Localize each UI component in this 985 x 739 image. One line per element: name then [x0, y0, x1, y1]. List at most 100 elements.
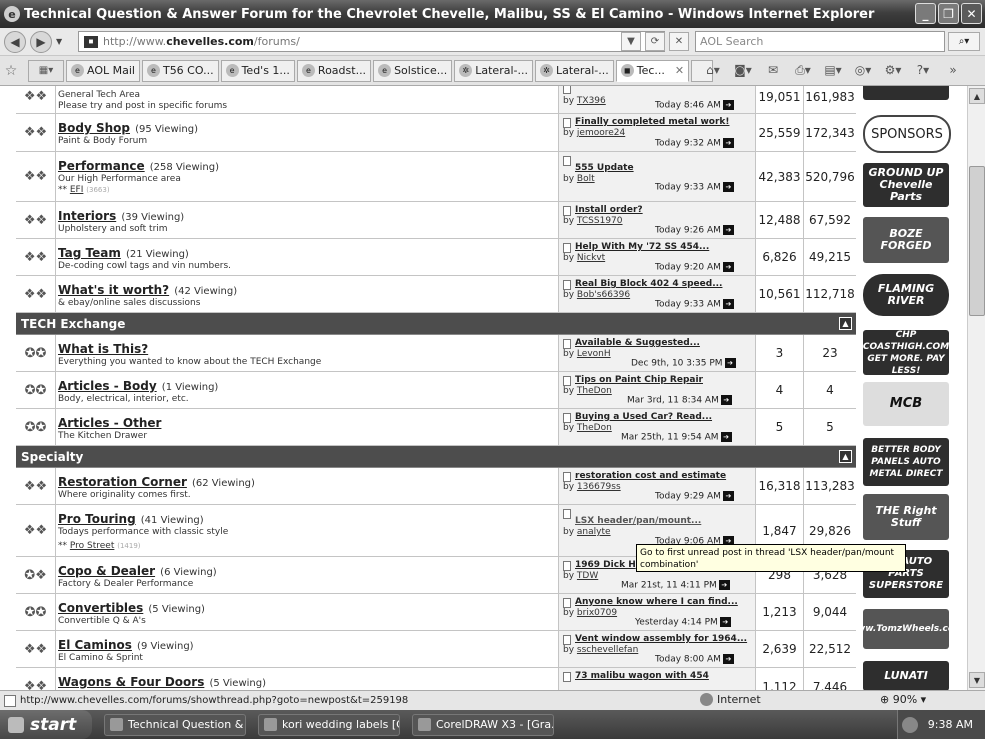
scroll-down-icon[interactable]: ▼ [969, 672, 985, 688]
vertical-scrollbar[interactable]: ▲ ▼ [967, 86, 985, 690]
overflow-chevron-icon[interactable]: » [940, 59, 966, 81]
go-to-post-icon[interactable]: ➔ [722, 224, 734, 235]
close-button[interactable]: ✕ [961, 3, 982, 24]
go-to-post-icon[interactable]: ➔ [720, 394, 732, 405]
search-input[interactable]: AOL Search [695, 31, 945, 52]
minimize-button[interactable]: _ [915, 3, 936, 24]
start-button[interactable]: start [0, 710, 92, 739]
last-poster-link[interactable]: TDW [577, 571, 598, 581]
safety-icon[interactable]: ◎▾ [850, 59, 876, 81]
last-poster-link[interactable]: 136679ss [577, 482, 621, 492]
forum-title-link[interactable]: Pro Touring [58, 512, 136, 526]
last-poster-link[interactable]: TheDon [577, 423, 612, 433]
subforum-link[interactable]: EFI [70, 185, 84, 195]
go-to-post-icon[interactable]: ➔ [719, 616, 731, 627]
last-post-title-link[interactable]: Buying a Used Car? Read... [575, 412, 755, 422]
go-to-post-icon[interactable]: ➔ [722, 298, 734, 309]
last-poster-link[interactable]: sschevellefan [577, 645, 638, 655]
forward-button[interactable]: ▶ [30, 30, 52, 53]
forum-title-link[interactable]: Copo & Dealer [58, 564, 155, 578]
scroll-thumb[interactable] [969, 166, 985, 316]
forum-title-link[interactable]: Tag Team [58, 246, 121, 260]
forum-title-link[interactable]: Performance [58, 159, 145, 173]
maximize-button[interactable]: ❐ [938, 3, 959, 24]
address-dropdown-icon[interactable]: ▼ [621, 32, 641, 51]
zoom-control[interactable]: ⊕ 90% ▾ [880, 693, 926, 706]
forum-title-link[interactable]: Articles - Other [58, 416, 161, 430]
collapse-icon[interactable]: ▲ [839, 450, 852, 463]
last-post-title-link[interactable]: 555 Update [575, 163, 755, 173]
last-poster-link[interactable]: LevonH [577, 349, 611, 359]
security-zone[interactable]: Internet [700, 693, 761, 706]
forum-title-link[interactable]: Convertibles [58, 601, 143, 615]
back-button[interactable]: ◀ [4, 30, 26, 53]
sponsor-banner-mcb[interactable]: MCB [863, 382, 949, 426]
last-post-title-link[interactable]: Install order? [575, 205, 755, 215]
sponsor-banner-flaming-river[interactable]: FLAMING RIVER [863, 274, 949, 316]
last-post-title-link[interactable]: Finally completed metal work! [575, 117, 755, 127]
page-icon[interactable]: ▤▾ [820, 59, 846, 81]
sponsor-banner-lunati[interactable]: LUNATI [863, 661, 949, 690]
go-to-post-icon[interactable]: ➔ [722, 181, 734, 192]
forum-title-link[interactable]: Interiors [58, 209, 116, 223]
tray-icon[interactable] [901, 716, 918, 733]
last-poster-link[interactable]: Bolt [577, 174, 595, 184]
search-icon[interactable]: ⌕▾ [948, 32, 980, 51]
favorites-star-icon[interactable]: ☆ [0, 63, 22, 79]
sponsor-banner-amd[interactable]: BETTER BODY PANELS AUTO METAL DIRECT [863, 438, 949, 486]
last-poster-link[interactable]: TheDon [577, 386, 612, 396]
tab-lateral-1[interactable]: ✲ Lateral-... [454, 59, 533, 82]
tab-teds[interactable]: e Ted's 1... [220, 59, 295, 82]
forum-title-link[interactable]: Wagons & Four Doors [58, 675, 204, 689]
last-poster-link[interactable]: Bob's66396 [577, 290, 630, 300]
subforum-link[interactable]: Pro Street [70, 541, 115, 551]
tab-aol-mail[interactable]: e AOL Mail [66, 59, 140, 82]
print-icon[interactable]: ⎙▾ [790, 59, 816, 81]
address-input[interactable]: ◼ http://www. chevelles.com/forums/ [78, 31, 665, 52]
last-poster-link[interactable]: jemoore24 [577, 128, 625, 138]
tab-roadst[interactable]: e Roadst... [296, 59, 372, 82]
sponsor-banner-right-stuff[interactable]: THE Right Stuff [863, 494, 949, 540]
last-post-title-link[interactable]: 73 malibu wagon with 454 [575, 671, 755, 681]
mail-icon[interactable]: ✉ [760, 59, 786, 81]
taskbar-item-ie[interactable]: Technical Question & ... [104, 713, 246, 736]
taskbar-item-coreldraw[interactable]: CorelDRAW X3 - [Gra... [412, 713, 554, 736]
go-to-post-icon[interactable]: ➔ [722, 99, 734, 110]
quick-tabs-icon[interactable]: ▦▾ [28, 59, 64, 82]
sponsor-banner-tomz-wheels[interactable]: www.TomzWheels.com [863, 609, 949, 649]
forum-title-link[interactable]: Body Shop [58, 121, 130, 135]
go-to-post-icon[interactable]: ➔ [724, 357, 736, 368]
feeds-icon[interactable]: ◙▾ [730, 59, 756, 81]
tab-t56[interactable]: e T56 CO... [141, 59, 219, 82]
taskbar-item-labels[interactable]: kori wedding labels [C... [258, 713, 400, 736]
tab-active[interactable]: ◼ Tec... ✕ [615, 59, 690, 82]
last-post-title-link[interactable]: Available & Suggested... [575, 338, 755, 348]
last-post-title-link[interactable]: LSX header/pan/mount... [575, 516, 755, 526]
collapse-icon[interactable]: ▲ [839, 317, 852, 330]
go-to-post-icon[interactable]: ➔ [722, 137, 734, 148]
go-to-post-icon[interactable]: ➔ [720, 431, 732, 442]
last-poster-link[interactable]: TCSS1970 [577, 216, 623, 226]
forum-title-link[interactable]: El Caminos [58, 638, 132, 652]
forum-title-link[interactable]: Articles - Body [58, 379, 157, 393]
sponsor-banner-chp[interactable]: CHP COASTHIGH.COM GET MORE. PAY LESS! [863, 330, 949, 375]
tools-icon[interactable]: ⚙▾ [880, 59, 906, 81]
stop-icon[interactable]: ✕ [669, 32, 689, 51]
refresh-icon[interactable]: ⟳ [645, 32, 665, 51]
last-poster-link[interactable]: TX396 [577, 96, 606, 106]
last-post-title-link[interactable]: Tips on Paint Chip Repair [575, 375, 755, 385]
last-post-title-link[interactable]: Anyone know where I can find... [575, 597, 755, 607]
forum-title-link[interactable]: What's it worth? [58, 283, 169, 297]
go-to-post-icon[interactable]: ➔ [718, 579, 730, 590]
tab-solstice[interactable]: e Solstice... [373, 59, 453, 82]
sponsor-banner-ground-up[interactable]: GROUND UP Chevelle Parts [863, 163, 949, 207]
go-to-post-icon[interactable]: ➔ [722, 653, 734, 664]
sponsor-banner-boze[interactable]: BOZE FORGED [863, 217, 949, 263]
last-post-title-link[interactable]: Real Big Block 402 4 speed... [575, 279, 755, 289]
last-post-title-link[interactable]: restoration cost and estimate [575, 471, 755, 481]
last-poster-link[interactable]: analyte [577, 527, 611, 537]
forum-title-link[interactable]: What is This? [58, 342, 148, 356]
help-icon[interactable]: ?▾ [910, 59, 936, 81]
last-post-title-link[interactable]: Vent window assembly for 1964... [575, 634, 755, 644]
last-poster-link[interactable]: brix0709 [577, 608, 617, 618]
